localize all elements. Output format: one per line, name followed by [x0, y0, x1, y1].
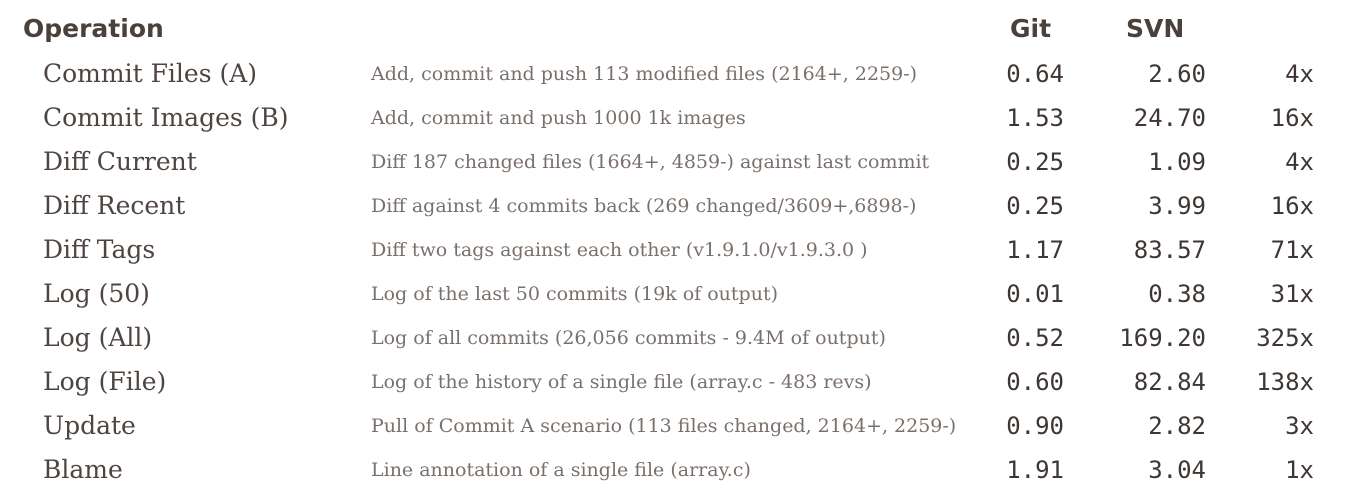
table-row: Update Pull of Commit A scenario (113 fi… [0, 404, 1346, 448]
description-cell: Log of all commits (26,056 commits - 9.4… [371, 327, 886, 349]
git-time-cell: 0.90 [1006, 412, 1064, 440]
git-time-cell: 1.91 [1006, 456, 1064, 484]
description-cell: Diff two tags against each other (v1.9.1… [371, 239, 868, 261]
header-svn: SVN [1126, 14, 1185, 43]
ratio-cell: 71x [1270, 236, 1314, 264]
git-time-cell: 0.25 [1006, 148, 1064, 176]
git-time-cell: 1.17 [1006, 236, 1064, 264]
ratio-cell: 138x [1256, 368, 1314, 396]
table-row: Commit Files (A) Add, commit and push 11… [0, 52, 1346, 96]
ratio-cell: 4x [1285, 60, 1314, 88]
description-cell: Line annotation of a single file (array.… [371, 459, 751, 481]
git-time-cell: 0.01 [1006, 280, 1064, 308]
table-row: Diff Current Diff 187 changed files (166… [0, 140, 1346, 184]
description-cell: Add, commit and push 113 modified files … [371, 63, 918, 85]
operation-cell: Log (All) [43, 323, 153, 352]
git-time-cell: 1.53 [1006, 104, 1064, 132]
git-time-cell: 0.25 [1006, 192, 1064, 220]
svn-time-cell: 2.82 [1148, 412, 1206, 440]
operation-cell: Diff Current [43, 147, 197, 176]
operation-cell: Diff Tags [43, 235, 156, 264]
description-cell: Diff 187 changed files (1664+, 4859-) ag… [371, 151, 930, 173]
operation-cell: Log (50) [43, 279, 150, 308]
operation-cell: Blame [43, 455, 123, 484]
ratio-cell: 3x [1285, 412, 1314, 440]
operation-cell: Update [43, 411, 136, 440]
operation-cell: Log (File) [43, 367, 167, 396]
svn-time-cell: 82.84 [1133, 368, 1206, 396]
svn-time-cell: 83.57 [1133, 236, 1206, 264]
svn-time-cell: 1.09 [1148, 148, 1206, 176]
table-body: Commit Files (A) Add, commit and push 11… [0, 52, 1346, 492]
svn-time-cell: 3.99 [1148, 192, 1206, 220]
description-cell: Pull of Commit A scenario (113 files cha… [371, 415, 957, 437]
table-row: Log (50) Log of the last 50 commits (19k… [0, 272, 1346, 316]
ratio-cell: 325x [1256, 324, 1314, 352]
git-time-cell: 0.60 [1006, 368, 1064, 396]
table-row: Diff Recent Diff against 4 commits back … [0, 184, 1346, 228]
operation-cell: Diff Recent [43, 191, 186, 220]
header-git: Git [1010, 14, 1052, 43]
description-cell: Log of the history of a single file (arr… [371, 371, 872, 393]
svn-time-cell: 3.04 [1148, 456, 1206, 484]
table-row: Log (File) Log of the history of a singl… [0, 360, 1346, 404]
description-cell: Diff against 4 commits back (269 changed… [371, 195, 917, 217]
git-time-cell: 0.52 [1006, 324, 1064, 352]
description-cell: Log of the last 50 commits (19k of outpu… [371, 283, 778, 305]
comparison-table: Operation Git SVN Commit Files (A) Add, … [0, 0, 1346, 502]
table-row: Log (All) Log of all commits (26,056 com… [0, 316, 1346, 360]
table-header: Operation Git SVN [0, 0, 1346, 58]
ratio-cell: 1x [1285, 456, 1314, 484]
ratio-cell: 16x [1270, 192, 1314, 220]
description-cell: Add, commit and push 1000 1k images [371, 107, 746, 129]
git-time-cell: 0.64 [1006, 60, 1064, 88]
svn-time-cell: 169.20 [1119, 324, 1206, 352]
svn-time-cell: 24.70 [1133, 104, 1206, 132]
ratio-cell: 16x [1270, 104, 1314, 132]
svn-time-cell: 0.38 [1148, 280, 1206, 308]
table-row: Commit Images (B) Add, commit and push 1… [0, 96, 1346, 140]
header-operation: Operation [23, 14, 164, 43]
table-row: Diff Tags Diff two tags against each oth… [0, 228, 1346, 272]
ratio-cell: 4x [1285, 148, 1314, 176]
table-row: Blame Line annotation of a single file (… [0, 448, 1346, 492]
operation-cell: Commit Files (A) [43, 59, 258, 88]
operation-cell: Commit Images (B) [43, 103, 289, 132]
svn-time-cell: 2.60 [1148, 60, 1206, 88]
ratio-cell: 31x [1270, 280, 1314, 308]
